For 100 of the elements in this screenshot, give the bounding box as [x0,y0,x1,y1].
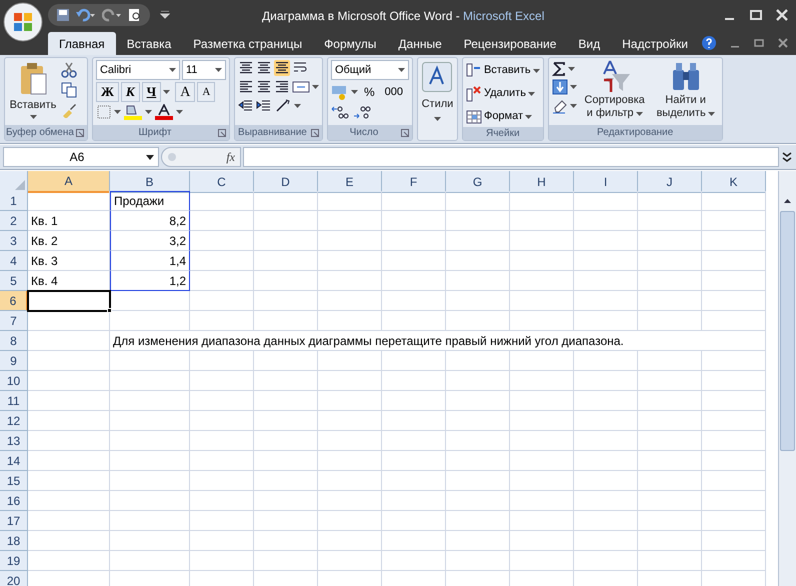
caret-icon[interactable] [568,67,575,71]
ribbon-tab[interactable]: Разметка страницы [182,32,314,55]
find-select-button[interactable]: Найти и выделить [652,60,719,125]
fill-handle[interactable] [107,308,112,313]
active-cell[interactable] [28,291,110,311]
ribbon-tab[interactable]: Вид [567,32,612,55]
italic-button[interactable]: К [120,82,140,102]
align-middle-icon[interactable] [256,60,272,76]
save-icon[interactable] [56,8,70,22]
fill-down-icon[interactable] [552,79,568,95]
row-header[interactable]: 5 [0,271,28,291]
insert-function-button[interactable]: fx [226,148,235,166]
row-header[interactable]: 13 [0,431,28,451]
eraser-icon[interactable] [552,98,568,114]
close-icon[interactable] [778,38,788,48]
caret-icon[interactable] [114,110,121,114]
align-center-icon[interactable] [256,79,272,95]
caret-icon[interactable] [636,112,643,116]
maximize-icon[interactable] [750,9,762,21]
column-header[interactable]: E [318,171,382,193]
ribbon-tab[interactable]: Главная [48,32,116,55]
customize-toolbar-icon[interactable] [160,11,170,19]
row-header[interactable]: 1 [0,191,28,211]
caret-icon[interactable] [163,90,170,94]
caret-icon[interactable] [434,116,441,120]
font-size-field[interactable]: 11 [182,60,226,80]
caret-icon[interactable] [312,85,319,89]
ribbon-tab[interactable]: Формулы [313,32,388,55]
sort-filter-button[interactable]: Сортировка и фильтр [580,60,650,125]
column-header[interactable]: H [510,171,574,193]
row-header[interactable]: 7 [0,311,28,331]
row-header[interactable]: 4 [0,251,28,271]
caret-icon[interactable] [525,114,532,118]
ribbon-tab[interactable]: Надстройки [611,32,699,55]
sum-icon[interactable] [552,62,566,76]
row-header[interactable]: 11 [0,391,28,411]
row-header[interactable]: 20 [0,571,28,586]
column-header[interactable]: K [702,171,766,193]
row-header[interactable]: 15 [0,471,28,491]
row-header[interactable]: 6 [0,291,28,311]
ribbon-tab[interactable]: Вставка [116,32,182,55]
caret-icon[interactable] [30,114,36,118]
print-preview-icon[interactable] [128,8,142,22]
align-top-icon[interactable] [238,60,254,76]
column-header[interactable]: A [28,171,110,193]
styles-button[interactable]: Стили [416,57,458,141]
column-header[interactable]: F [382,171,446,193]
row-header[interactable]: 8 [0,331,28,351]
caret-icon[interactable] [570,85,577,89]
column-header[interactable]: G [446,171,510,193]
decrease-decimal-icon[interactable] [352,104,373,120]
ribbon-tab[interactable]: Рецензирование [452,32,568,55]
scissors-icon[interactable] [61,62,77,78]
increase-decimal-icon[interactable] [330,104,351,120]
caret-icon[interactable] [398,68,405,72]
align-right-icon[interactable] [274,79,290,95]
row-header[interactable]: 10 [0,371,28,391]
caret-icon[interactable] [168,68,176,72]
row-header[interactable]: 19 [0,551,28,571]
column-header[interactable]: I [574,171,638,193]
name-box[interactable]: A6 [3,147,159,167]
caret-icon[interactable] [176,110,183,114]
bold-button[interactable]: Ж [96,82,119,102]
font-name-field[interactable]: Calibri [96,60,180,80]
formula-input[interactable] [243,147,779,167]
caret-icon[interactable] [144,110,152,114]
caret-icon[interactable] [708,112,715,116]
insert-cells-button[interactable]: Вставить [466,60,540,81]
underline-button[interactable]: Ч [142,82,162,102]
row-header[interactable]: 14 [0,451,28,471]
caret-icon[interactable] [532,68,540,72]
number-format-field[interactable]: Общий [330,60,409,80]
paintbrush-icon[interactable] [61,102,77,118]
borders-icon[interactable] [96,104,112,120]
help-icon[interactable] [702,36,716,50]
grow-font-button[interactable]: A [175,82,196,102]
orientation-icon[interactable] [274,98,292,114]
undo-icon[interactable] [76,8,96,22]
row-header[interactable]: 2 [0,211,28,231]
row-header[interactable]: 17 [0,511,28,531]
row-header[interactable]: 3 [0,231,28,251]
copy-icon[interactable] [61,82,77,98]
resize-handle-icon[interactable] [167,152,177,162]
delete-cells-button[interactable]: Удалить [466,83,540,104]
redo-icon[interactable] [102,8,122,22]
vertical-scrollbar[interactable] [778,171,796,586]
dialog-launcher-icon[interactable] [400,129,409,137]
paste-button[interactable]: Вставить [8,60,58,125]
ribbon-tab[interactable]: Данные [387,32,453,55]
expand-formula-bar-icon[interactable] [781,150,793,164]
dialog-launcher-icon[interactable] [310,129,319,137]
column-header[interactable]: J [638,171,702,193]
caret-icon[interactable] [350,90,358,94]
caret-icon[interactable] [528,92,535,96]
column-header[interactable]: D [254,171,318,193]
dialog-launcher-icon[interactable] [218,129,226,137]
caret-icon[interactable] [214,68,222,72]
thousands-button[interactable]: 000 [380,82,407,102]
font-color-icon[interactable] [154,104,174,120]
format-cells-button[interactable]: Формат [466,106,540,127]
